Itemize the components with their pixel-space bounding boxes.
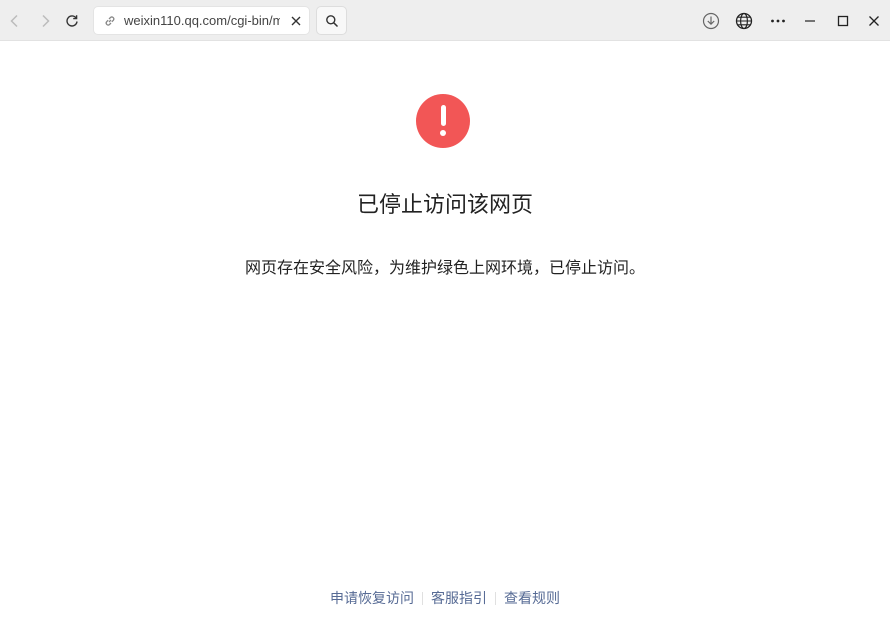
maximize-button[interactable] (829, 7, 857, 35)
more-button[interactable] (764, 7, 792, 35)
warning-icon-dot (440, 130, 446, 136)
close-icon (291, 16, 301, 25)
link-icon (98, 14, 122, 28)
globe-icon (735, 12, 753, 30)
view-rules-link[interactable]: 查看规则 (504, 588, 560, 608)
footer-divider (422, 591, 423, 605)
footer-divider (495, 591, 496, 605)
address-bar[interactable]: weixin110.qq.com/cgi-bin/mmspamsupport-b… (93, 6, 310, 35)
maximize-icon (837, 15, 849, 27)
clear-url-button[interactable] (284, 15, 308, 27)
arrow-left-icon (10, 14, 18, 28)
more-icon (771, 19, 785, 23)
download-button[interactable] (697, 7, 725, 35)
download-icon (702, 12, 720, 30)
apply-restore-link[interactable]: 申请恢复访问 (330, 588, 414, 608)
reload-icon (66, 15, 78, 27)
minimize-button[interactable] (796, 7, 824, 35)
footer-links: 申请恢复访问 客服指引 查看规则 (0, 588, 890, 608)
search-button[interactable] (316, 6, 347, 35)
service-guide-link[interactable]: 客服指引 (431, 588, 487, 608)
page-description: 网页存在安全风险，为维护绿色上网环境，已停止访问。 (244, 258, 645, 277)
close-window-icon (869, 16, 879, 26)
warning-icon-bar (440, 105, 446, 126)
reload-button[interactable] (58, 7, 86, 35)
warning-icon (416, 94, 470, 148)
minimize-icon (805, 20, 815, 22)
close-window-button[interactable] (860, 7, 888, 35)
arrow-right-icon (42, 14, 50, 28)
page-title: 已停止访问该网页 (356, 193, 533, 218)
page-content: 已停止访问该网页 网页存在安全风险，为维护绿色上网环境，已停止访问。 申请恢复访… (0, 42, 890, 626)
browser-toolbar: weixin110.qq.com/cgi-bin/mmspamsupport-b… (0, 0, 890, 41)
language-button[interactable] (730, 7, 758, 35)
url-text[interactable]: weixin110.qq.com/cgi-bin/mmspamsupport-b… (124, 13, 280, 28)
back-button[interactable] (1, 7, 29, 35)
search-icon (325, 14, 338, 27)
forward-button[interactable] (31, 7, 59, 35)
